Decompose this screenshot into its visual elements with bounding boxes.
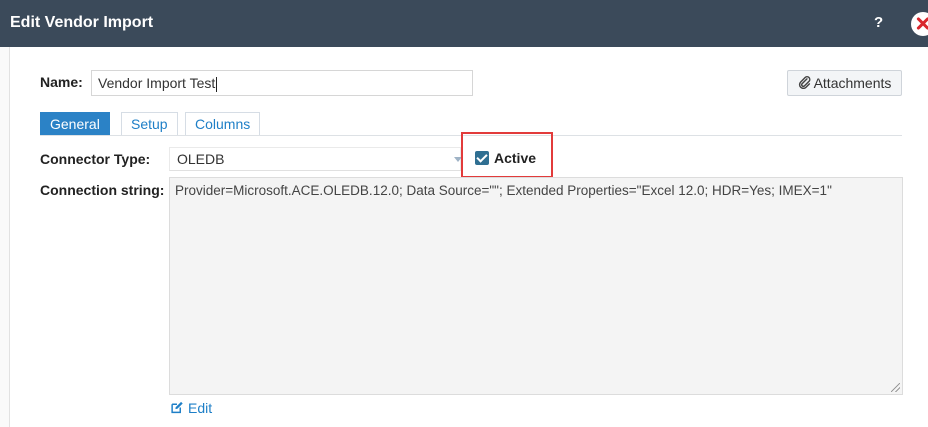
active-checkbox[interactable] [475, 151, 489, 165]
edit-label: Edit [188, 400, 213, 416]
tab-columns-label: Columns [195, 116, 251, 132]
dialog-left-edge [0, 47, 10, 427]
dialog-titlebar: Edit Vendor Import ? [0, 0, 928, 47]
tab-setup[interactable]: Setup [121, 112, 178, 135]
name-label: Name: [40, 74, 83, 90]
connection-string-value: Provider=Microsoft.ACE.OLEDB.12.0; Data … [175, 183, 832, 198]
attachments-label: Attachments [813, 75, 892, 91]
name-input[interactable]: Vendor Import Test [91, 70, 473, 96]
tab-general-label: General [50, 116, 100, 132]
text-caret [216, 76, 218, 92]
tab-columns[interactable]: Columns [185, 112, 261, 135]
help-icon[interactable]: ? [874, 14, 883, 31]
resize-handle[interactable] [891, 383, 900, 392]
connection-string-textarea[interactable]: Provider=Microsoft.ACE.OLEDB.12.0; Data … [169, 177, 903, 395]
name-input-value: Vendor Import Test [98, 75, 216, 91]
tab-setup-label: Setup [131, 116, 168, 132]
connection-string-label: Connection string: [40, 182, 165, 198]
dialog-title: Edit Vendor Import [10, 14, 154, 31]
close-icon[interactable] [911, 12, 928, 36]
paperclip-icon [798, 71, 811, 95]
edit-link[interactable]: Edit [170, 400, 212, 416]
active-label: Active [494, 150, 537, 166]
connector-type-value: OLEDB [177, 151, 225, 167]
pencil-edit-icon [170, 400, 184, 416]
connector-type-select[interactable]: OLEDB [169, 147, 462, 171]
tab-general[interactable]: General [40, 112, 110, 135]
attachments-button[interactable]: Attachments [787, 70, 902, 96]
connector-type-label: Connector Type: [40, 151, 151, 167]
